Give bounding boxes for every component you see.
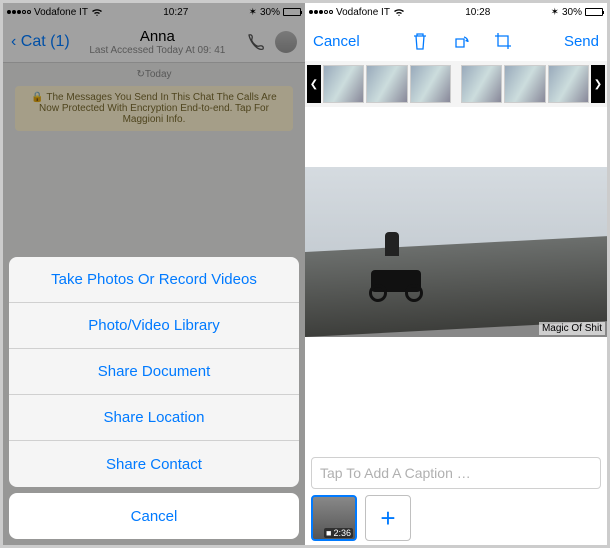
video-frame — [410, 65, 451, 103]
action-sheet: Take Photos Or Record Videos Photo/Video… — [3, 251, 305, 545]
plus-icon: + — [380, 503, 395, 534]
video-frame — [366, 65, 407, 103]
frames-group-2[interactable] — [461, 65, 589, 103]
signal-dots-icon — [309, 10, 333, 14]
rotate-icon[interactable] — [451, 31, 471, 51]
send-button[interactable]: Send — [564, 33, 599, 50]
whatsapp-chat-screen: Vodafone IT 10:27 ✶ 30% ‹ Cat (1) Anna L… — [3, 3, 305, 545]
video-frame — [323, 65, 364, 103]
video-frame — [461, 65, 502, 103]
sheet-share-location[interactable]: Share Location — [9, 395, 299, 441]
sheet-cancel-button[interactable]: Cancel — [9, 493, 299, 539]
bluetooth-icon: ✶ — [551, 7, 559, 18]
cancel-button[interactable]: Cancel — [313, 33, 360, 50]
add-media-button[interactable]: + — [365, 495, 411, 541]
battery-percent: 30% — [562, 7, 582, 18]
trim-handle-left[interactable]: ❮ — [307, 65, 321, 103]
battery-icon — [585, 8, 603, 16]
crop-icon[interactable] — [493, 31, 513, 51]
trim-handle-right[interactable]: ❯ — [591, 65, 605, 103]
video-preview[interactable]: Magic Of Shit — [305, 167, 607, 337]
watermark-text: Magic Of Shit — [539, 322, 605, 335]
motorcycle-rider-graphic — [371, 232, 421, 302]
video-camera-icon: ■ — [326, 528, 331, 538]
video-editor-screen: Vodafone IT 10:28 ✶ 30% Cancel Send — [305, 3, 607, 545]
trim-filmstrip[interactable]: ❮ ❯ — [305, 61, 607, 107]
clock: 10:28 — [465, 7, 490, 18]
frames-group-1[interactable] — [323, 65, 451, 103]
sheet-take-photo[interactable]: Take Photos Or Record Videos — [9, 257, 299, 303]
sheet-share-document[interactable]: Share Document — [9, 349, 299, 395]
trash-icon[interactable] — [411, 31, 429, 51]
wifi-icon — [393, 8, 405, 17]
caption-input[interactable]: Tap To Add A Caption … — [311, 457, 601, 489]
caption-placeholder: Tap To Add A Caption … — [320, 465, 471, 481]
sheet-photo-library[interactable]: Photo/Video Library — [9, 303, 299, 349]
video-duration-badge: ■ 2:36 — [324, 528, 353, 538]
attachment-thumbnails: ■ 2:36 + — [311, 495, 411, 541]
sheet-share-contact[interactable]: Share Contact — [9, 441, 299, 487]
editor-toolbar: Cancel Send — [305, 21, 607, 61]
video-thumbnail-selected[interactable]: ■ 2:36 — [311, 495, 357, 541]
video-frame — [548, 65, 589, 103]
status-bar: Vodafone IT 10:28 ✶ 30% — [305, 3, 607, 21]
carrier-label: Vodafone IT — [336, 7, 390, 18]
video-frame — [504, 65, 545, 103]
